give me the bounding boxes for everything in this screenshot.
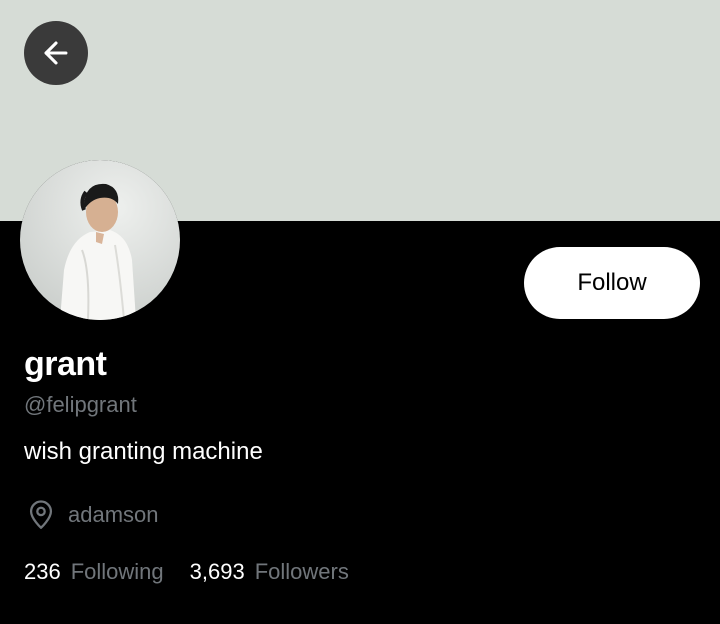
following-count: 236 [24, 559, 61, 584]
user-handle: @felipgrant [24, 392, 137, 417]
location-row: adamson [24, 498, 159, 532]
avatar[interactable] [20, 160, 180, 320]
follow-button[interactable]: Follow [524, 247, 700, 319]
following-stat[interactable]: 236 Following [24, 559, 164, 585]
map-pin-icon [29, 500, 53, 529]
display-name: grant [24, 345, 107, 383]
followers-count: 3,693 [189, 559, 245, 584]
back-button[interactable] [24, 21, 88, 85]
location-text: adamson [68, 502, 159, 527]
followers-stat[interactable]: 3,693 Followers [190, 559, 349, 585]
followers-label: Followers [254, 559, 349, 584]
arrow-left-icon [44, 41, 68, 65]
following-label: Following [70, 559, 164, 584]
avatar-photo [20, 160, 180, 320]
profile-stats: 236 Following 3,693 Followers [24, 557, 349, 587]
profile-bio: wish granting machine [24, 438, 263, 465]
